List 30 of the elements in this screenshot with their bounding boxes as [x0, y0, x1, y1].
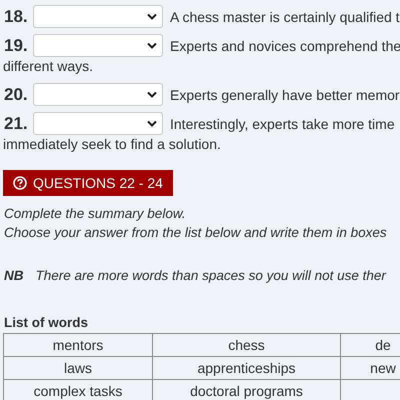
- question-text: Interestingly, experts take more time: [170, 116, 395, 132]
- question-number: 18.: [4, 6, 29, 26]
- nb-text: There are more words than spaces so you will not use ther: [36, 268, 386, 283]
- answer-dropdown[interactable]: [33, 5, 163, 28]
- question-text: A chess master is certainly qualified t: [170, 8, 400, 24]
- instruction-text: Complete the summary below.: [4, 206, 187, 221]
- chevron-down-icon: [147, 120, 157, 127]
- table-cell: complex tasks: [4, 380, 152, 400]
- nb-label: NB: [4, 268, 24, 283]
- question-number: 19.: [4, 36, 29, 56]
- answer-dropdown[interactable]: [33, 34, 163, 57]
- answer-dropdown[interactable]: [33, 83, 163, 106]
- instruction-text: Choose your answer from the list below and write them in boxes: [4, 225, 388, 240]
- question-number: 20.: [4, 84, 29, 104]
- table-cell: laws: [4, 356, 152, 380]
- table-cell: chess: [152, 334, 340, 356]
- section-title: QUESTIONS 22 - 24: [33, 175, 163, 191]
- table-cell: mentors: [4, 334, 152, 356]
- question-text: different ways.: [3, 58, 94, 74]
- chevron-down-icon: [147, 42, 157, 49]
- question-circle-icon: [13, 176, 27, 190]
- chevron-down-icon: [147, 91, 157, 98]
- word-list-title: List of words: [4, 315, 89, 330]
- chevron-down-icon: [147, 13, 157, 20]
- answer-dropdown[interactable]: [33, 112, 163, 135]
- question-text: Experts generally have better memor: [170, 86, 400, 102]
- table-cell: apprenticeships: [152, 356, 340, 380]
- question-number: 21.: [4, 114, 29, 134]
- question-text: immediately seek to find a solution.: [3, 136, 222, 152]
- table-cell: de: [340, 334, 400, 356]
